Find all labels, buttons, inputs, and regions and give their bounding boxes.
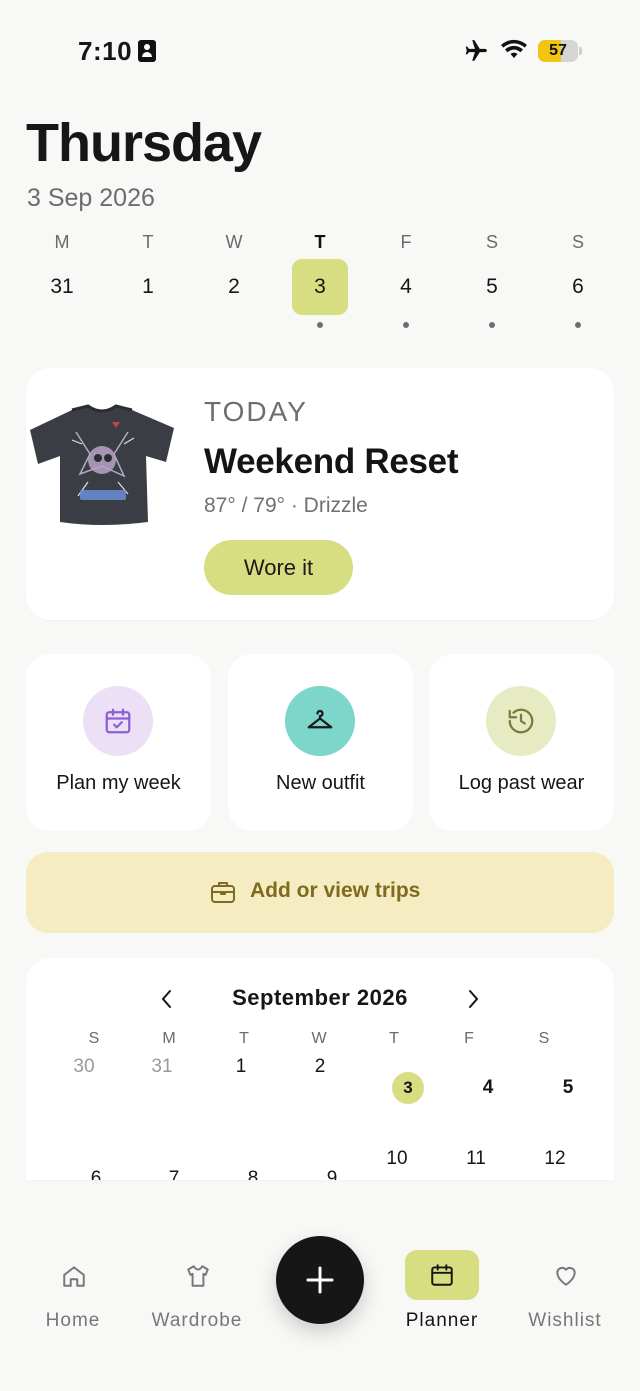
nav-label: Planner: [405, 1310, 479, 1331]
weekday-header: F: [464, 1030, 474, 1047]
nav-label: Home: [45, 1310, 101, 1331]
week-strip: M 31 T 1 W 2 T 3 F 4 S 5 S 6: [20, 230, 620, 340]
week-day-letter: T: [142, 232, 154, 252]
week-day[interactable]: F 4: [376, 230, 436, 340]
today-outfit-card[interactable]: TODAY Weekend Reset 87° / 79° · Drizzle …: [26, 368, 614, 620]
week-day-number: 3: [292, 259, 348, 315]
status-bar: 7:10 57: [0, 0, 640, 100]
week-day-selected[interactable]: T 3: [290, 230, 350, 340]
calendar-day[interactable]: 10: [377, 1148, 417, 1170]
week-day-number: 1: [142, 275, 154, 298]
trips-label: Add or view trips: [250, 879, 421, 902]
week-day-letter: W: [225, 232, 243, 252]
calendar-icon: [405, 1250, 479, 1300]
nav-label: Wardrobe: [151, 1310, 243, 1331]
action-label: Log past wear: [458, 772, 585, 794]
outfit-name: Weekend Reset: [204, 442, 459, 481]
calendar-check-icon: [83, 686, 153, 756]
planned-dot: [489, 322, 495, 328]
calendar-month-title: September 2026: [232, 985, 408, 1010]
nav-item-wishlist[interactable]: Wishlist: [510, 1252, 620, 1336]
plan-my-week-button[interactable]: Plan my week: [26, 654, 211, 831]
nav-label: Wishlist: [528, 1310, 602, 1331]
plus-icon: [306, 1266, 334, 1294]
calendar-day[interactable]: 7: [154, 1168, 194, 1180]
planned-dot: [403, 322, 409, 328]
week-day-letter: S: [485, 232, 498, 252]
id-card-icon: [138, 40, 156, 62]
home-icon: [51, 1252, 95, 1298]
action-label: New outfit: [276, 772, 365, 794]
planned-dot: [575, 322, 581, 328]
week-day-letter: T: [314, 232, 326, 252]
date-subtitle: 3 Sep 2026: [27, 184, 155, 212]
battery-level: 57: [549, 42, 567, 59]
add-button[interactable]: [276, 1236, 364, 1324]
chevron-right-icon: [469, 990, 479, 1008]
weekday-header: T: [389, 1030, 399, 1047]
nav-item-planner[interactable]: Planner: [387, 1250, 497, 1336]
calendar-day[interactable]: 2: [300, 1056, 340, 1078]
month-calendar: September 2026 S M T W T F S 30 31 1 2 3…: [26, 958, 614, 1180]
weekday-header: S: [538, 1030, 550, 1047]
weekday-header: S: [88, 1030, 100, 1047]
week-day-number: 6: [572, 275, 584, 298]
weekday-header: T: [239, 1030, 249, 1047]
week-day-number: 2: [228, 275, 240, 298]
calendar-day[interactable]: 8: [233, 1168, 273, 1180]
calendar-day[interactable]: 9: [312, 1168, 352, 1180]
calendar-day[interactable]: 11: [456, 1148, 496, 1170]
history-icon: [486, 686, 556, 756]
calendar-day[interactable]: 6: [76, 1168, 116, 1180]
suitcase-icon: [211, 882, 235, 903]
nav-item-wardrobe[interactable]: Wardrobe: [142, 1252, 252, 1336]
weekday-header: M: [162, 1030, 176, 1047]
week-day[interactable]: M 31: [32, 230, 92, 340]
week-day[interactable]: S 6: [548, 230, 608, 340]
hanger-icon: [285, 686, 355, 756]
action-label: Plan my week: [56, 772, 181, 794]
outfit-tshirt-image: [30, 404, 174, 525]
week-day-number: 4: [400, 275, 412, 298]
weekday-header: W: [311, 1030, 327, 1047]
calendar-day[interactable]: 4: [468, 1077, 508, 1099]
week-day-number: 5: [486, 275, 498, 298]
week-day-letter: S: [571, 232, 584, 252]
next-month-button[interactable]: [458, 984, 488, 1014]
week-day-letter: F: [400, 232, 412, 252]
planned-dot: [317, 322, 323, 328]
calendar-day-selected[interactable]: 3: [392, 1072, 424, 1104]
wore-it-button[interactable]: Wore it: [204, 540, 353, 595]
calendar-day[interactable]: 31: [142, 1056, 182, 1078]
calendar-day[interactable]: 12: [535, 1148, 575, 1170]
log-past-wear-button[interactable]: Log past wear: [429, 654, 614, 831]
trips-button[interactable]: Add or view trips: [26, 852, 614, 933]
today-label: TODAY: [204, 396, 308, 427]
week-day[interactable]: W 2: [204, 230, 264, 340]
wifi-icon: [501, 39, 527, 58]
week-day-number: 31: [50, 275, 74, 298]
page-title: Thursday: [26, 113, 262, 173]
tshirt-icon: [175, 1252, 219, 1298]
status-time: 7:10: [78, 36, 133, 66]
new-outfit-button[interactable]: New outfit: [228, 654, 413, 831]
weather-summary: 87° / 79° · Drizzle: [204, 494, 368, 517]
airplane-icon: [465, 40, 487, 61]
battery-icon: 57: [538, 40, 582, 62]
calendar-day[interactable]: 1: [221, 1056, 261, 1078]
week-day-letter: M: [54, 232, 70, 252]
calendar-day[interactable]: 30: [64, 1056, 104, 1078]
bottom-nav: Home Wardrobe Planner Wishlist: [0, 1182, 640, 1391]
week-day[interactable]: T 1: [118, 230, 178, 340]
heart-icon: [543, 1252, 587, 1298]
week-day[interactable]: S 5: [462, 230, 522, 340]
calendar-day[interactable]: 5: [548, 1077, 588, 1099]
nav-item-home[interactable]: Home: [18, 1252, 128, 1336]
